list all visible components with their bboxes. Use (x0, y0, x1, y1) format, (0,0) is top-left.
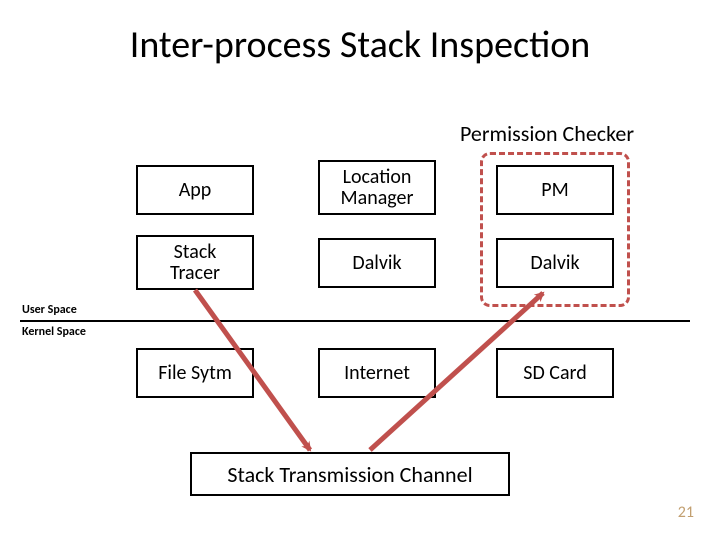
box-label: Internet (344, 363, 410, 384)
channel-label: Stack Transmission Channel (227, 461, 472, 488)
box-label: File Sytm (158, 363, 232, 384)
box-location-manager: Location Manager (318, 160, 436, 215)
space-divider (20, 320, 690, 322)
permission-checker-label: Permission Checker (460, 120, 634, 147)
kernel-space-label: Kernel Space (22, 325, 86, 339)
box-label: Location Manager (341, 167, 414, 209)
channel-box: Stack Transmission Channel (190, 452, 510, 496)
box-app: App (136, 165, 254, 215)
box-label: Dalvik (352, 253, 401, 274)
box-file-system: File Sytm (136, 348, 254, 398)
user-space-label: User Space (22, 303, 77, 317)
box-stack-tracer: Stack Tracer (136, 235, 254, 290)
page-title: Inter-process Stack Inspection (0, 22, 720, 68)
box-dalvik-2: Dalvik (496, 238, 614, 288)
box-sd-card: SD Card (496, 348, 614, 398)
box-dalvik-1: Dalvik (318, 238, 436, 288)
box-label: Stack Tracer (170, 242, 220, 284)
page-number: 21 (678, 503, 694, 522)
box-label: SD Card (523, 363, 586, 384)
box-internet: Internet (318, 348, 436, 398)
box-label: PM (541, 180, 568, 201)
box-label: Dalvik (530, 253, 579, 274)
box-label: App (179, 180, 212, 201)
box-pm: PM (496, 165, 614, 215)
